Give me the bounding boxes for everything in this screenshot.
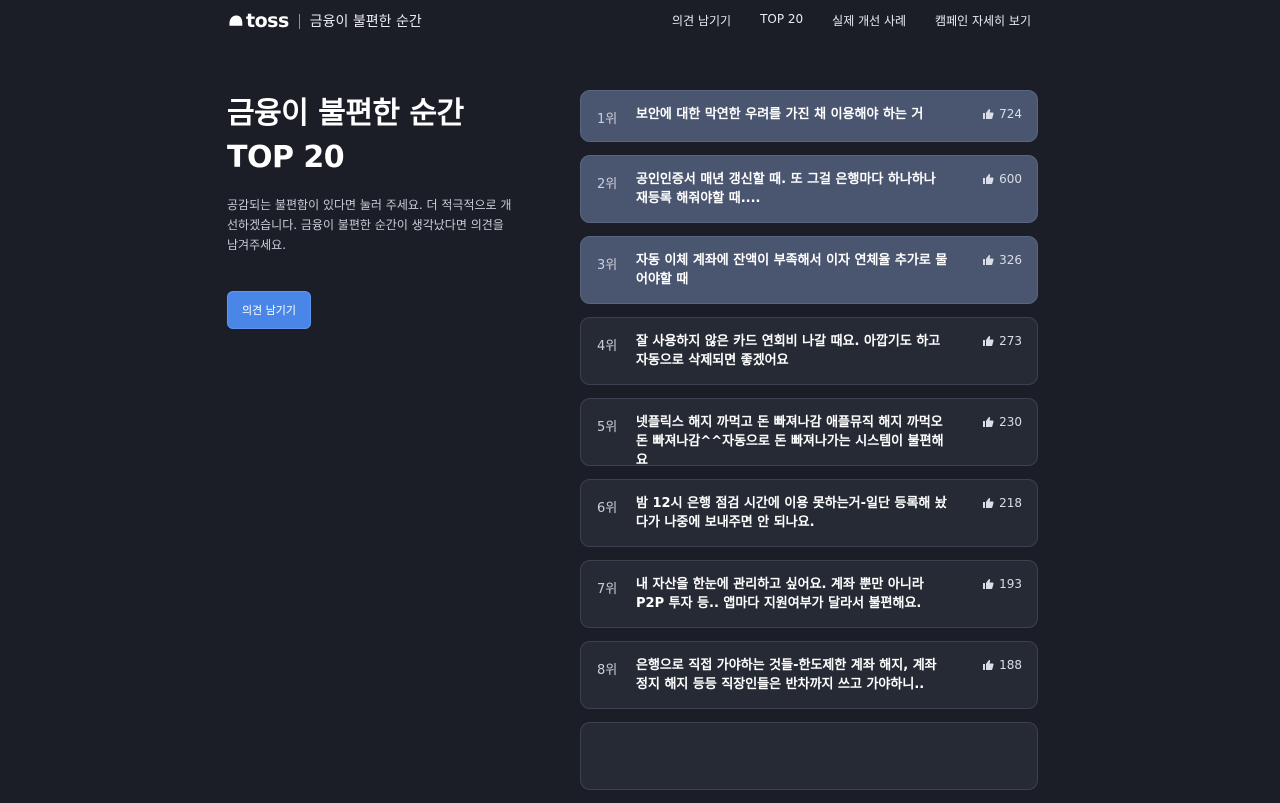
nav-link-leave-feedback[interactable]: 의견 남기기 <box>672 12 731 29</box>
thumbs-up-icon <box>983 255 994 265</box>
ranking-item[interactable]: 1위 보안에 대한 막연한 우려를 가진 채 이용해야 하는 거 724 <box>580 90 1038 142</box>
thumbs-up-icon <box>983 174 994 184</box>
nav-links: 의견 남기기 TOP 20 실제 개선 사례 캠페인 자세히 보기 <box>672 12 1031 29</box>
like-count-value: 600 <box>999 172 1022 186</box>
rank-text: 밤 12시 은행 점검 시간에 이용 못하는거-일단 등록해 놨다가 나중에 보… <box>636 496 947 530</box>
like-count[interactable]: 600 <box>982 172 1022 186</box>
page-title-line2: TOP 20 <box>227 140 345 175</box>
like-count-value: 218 <box>999 496 1022 510</box>
page-description: 공감되는 불편함이 있다면 눌러 주세요. 더 적극적으로 개선하겠습니다. 금… <box>227 198 512 252</box>
rank-text: 보안에 대한 막연한 우려를 가진 채 이용해야 하는 거 <box>636 107 924 122</box>
like-count[interactable]: 273 <box>982 334 1022 348</box>
rank-text: 내 자산을 한눈에 관리하고 싶어요. 계좌 뿐만 아니라 P2P 투자 등..… <box>636 577 924 611</box>
brand-wordmark: toss <box>246 10 289 32</box>
nav-link-top20[interactable]: TOP 20 <box>760 12 803 29</box>
thumbs-up-icon <box>983 579 994 589</box>
toss-logo-icon <box>229 15 243 26</box>
ranking-item[interactable]: 2위 공인인증서 매년 갱신할 때. 또 그걸 은행마다 하나하나 재등록 해줘… <box>580 155 1038 223</box>
thumbs-up-icon <box>983 109 994 119</box>
rank-text: 공인인증서 매년 갱신할 때. 또 그걸 은행마다 하나하나 재등록 해줘야할 … <box>636 172 936 206</box>
like-count-value: 230 <box>999 415 1022 429</box>
like-count-value: 188 <box>999 658 1022 672</box>
ranking-item[interactable]: 8위 은행으로 직접 가야하는 것들-한도제한 계좌 해지, 계좌 정지 해지 … <box>580 641 1038 709</box>
thumbs-up-icon <box>983 417 994 427</box>
rank-number: 8위 <box>597 663 618 678</box>
thumbs-up-icon <box>983 336 994 346</box>
nav-link-campaign-details[interactable]: 캠페인 자세히 보기 <box>935 12 1031 29</box>
brand[interactable]: toss 금융이 불편한 순간 <box>227 10 422 32</box>
ranking-item[interactable]: 7위 내 자산을 한눈에 관리하고 싶어요. 계좌 뿐만 아니라 P2P 투자 … <box>580 560 1038 628</box>
like-count[interactable]: 326 <box>982 253 1022 267</box>
ranking-item[interactable]: 3위 자동 이체 계좌에 잔액이 부족해서 이자 연체율 추가로 물어야할 때 … <box>580 236 1038 304</box>
thumbs-up-icon <box>983 498 994 508</box>
like-count[interactable]: 724 <box>982 107 1022 121</box>
like-count[interactable]: 230 <box>982 415 1022 429</box>
ranking-list: 1위 보안에 대한 막연한 우려를 가진 채 이용해야 하는 거 724 2위 … <box>580 90 1038 803</box>
ranking-item[interactable]: 6위 밤 12시 은행 점검 시간에 이용 못하는거-일단 등록해 놨다가 나중… <box>580 479 1038 547</box>
nav-link-improvement-cases[interactable]: 실제 개선 사례 <box>832 12 906 29</box>
thumbs-up-icon <box>983 660 994 670</box>
rank-text: 넷플릭스 해지 까먹고 돈 빠져나감 애플뮤직 해지 까먹오 돈 빠져나감^^자… <box>636 415 944 468</box>
like-count[interactable]: 193 <box>982 577 1022 591</box>
rank-number: 1위 <box>597 112 618 127</box>
rank-text: 잘 사용하지 않은 카드 연회비 나갈 때요. 아깝기도 하고 자동으로 삭제되… <box>636 334 941 368</box>
page-title: 금융이 불편한 순간 TOP 20 <box>227 92 527 180</box>
rank-number: 6위 <box>597 501 618 516</box>
brand-divider <box>298 13 300 29</box>
rank-number: 5위 <box>597 420 618 435</box>
leave-feedback-button[interactable]: 의견 남기기 <box>227 291 311 329</box>
like-count-value: 193 <box>999 577 1022 591</box>
rank-text: 자동 이체 계좌에 잔액이 부족해서 이자 연체율 추가로 물어야할 때 <box>636 253 948 287</box>
like-count-value: 326 <box>999 253 1022 267</box>
hero-section: 금융이 불편한 순간 TOP 20 공감되는 불편함이 있다면 눌러 주세요. … <box>227 92 527 255</box>
page-title-line1: 금융이 불편한 순간 <box>227 96 464 131</box>
like-count-value: 724 <box>999 107 1022 121</box>
like-count-value: 273 <box>999 334 1022 348</box>
brand-subtitle: 금융이 불편한 순간 <box>309 14 422 30</box>
top-navigation: toss 금융이 불편한 순간 의견 남기기 TOP 20 실제 개선 사례 캠… <box>0 0 1280 42</box>
like-count[interactable]: 218 <box>982 496 1022 510</box>
ranking-item[interactable]: 5위 넷플릭스 해지 까먹고 돈 빠져나감 애플뮤직 해지 까먹오 돈 빠져나감… <box>580 398 1038 468</box>
ranking-item-partial[interactable] <box>580 722 1038 790</box>
rank-number: 4위 <box>597 339 618 354</box>
like-count[interactable]: 188 <box>982 658 1022 672</box>
rank-number: 7위 <box>597 582 618 597</box>
rank-number: 3위 <box>597 258 618 273</box>
ranking-item[interactable]: 4위 잘 사용하지 않은 카드 연회비 나갈 때요. 아깝기도 하고 자동으로 … <box>580 317 1038 385</box>
rank-text: 은행으로 직접 가야하는 것들-한도제한 계좌 해지, 계좌 정지 해지 등등 … <box>636 658 937 692</box>
rank-number: 2위 <box>597 177 618 192</box>
